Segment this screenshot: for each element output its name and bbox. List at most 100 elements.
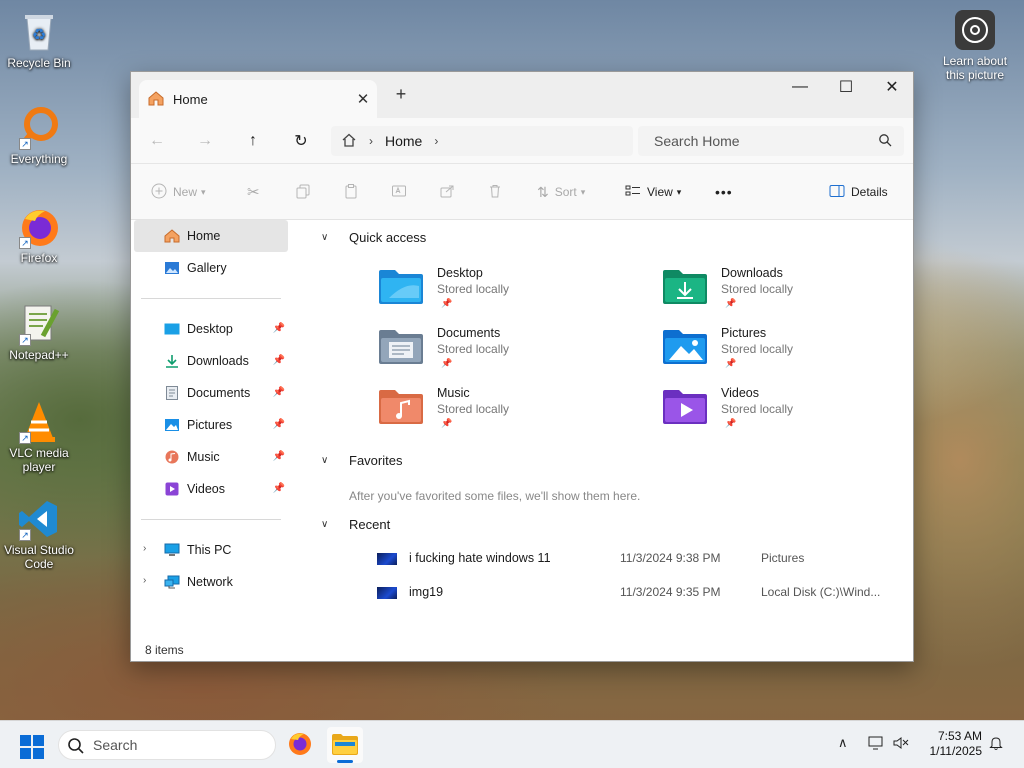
quick-access-desktop[interactable]: Desktop Stored locally 📌 (379, 266, 639, 322)
desktop-icon-notepad-plus-plus[interactable]: ↗ Notepad++ (0, 302, 78, 362)
search-icon (878, 133, 892, 150)
address-bar: ← → ↑ ↻ › Home › Search Home (131, 118, 913, 164)
network-status-icon[interactable] (868, 735, 886, 754)
volume-muted-icon[interactable] (892, 735, 910, 754)
sidebar-item-videos[interactable]: Videos 📌 (131, 473, 291, 505)
pin-icon: 📌 (725, 418, 737, 428)
chevron-down-icon: ∨ (321, 455, 329, 466)
tab-home[interactable]: Home ✕ (139, 80, 377, 118)
close-button[interactable]: ✕ (869, 72, 915, 102)
camera-icon (955, 10, 995, 50)
up-button[interactable]: ↑ (237, 128, 269, 154)
desktop-icon-label: Everything (10, 152, 68, 166)
quick-access-downloads[interactable]: Downloads Stored locally 📌 (663, 266, 923, 322)
new-tab-button[interactable]: + (389, 84, 413, 105)
notifications-button[interactable] (988, 735, 1004, 754)
desktop-folder-icon (163, 321, 181, 337)
document-icon (163, 385, 181, 401)
delete-button[interactable] (487, 181, 503, 203)
chevron-down-icon: ∨ (321, 519, 329, 530)
taskbar-clock[interactable]: 7:53 AM 1/11/2025 (918, 729, 983, 759)
details-button[interactable]: Details (829, 181, 888, 203)
learn-about-picture[interactable]: Learn about this picture (936, 10, 1014, 82)
quick-access-header[interactable]: ∨ Quick access (321, 230, 426, 245)
quick-access-pictures[interactable]: Pictures Stored locally 📌 (663, 326, 923, 382)
breadcrumb-home[interactable]: Home (385, 133, 422, 149)
desktop-icon-label: Firefox (20, 251, 58, 265)
image-thumbnail-icon (377, 553, 397, 565)
sort-button[interactable]: ⇅ Sort ▾ (537, 181, 585, 203)
sidebar-item-music[interactable]: Music 📌 (131, 441, 291, 473)
image-thumbnail-icon (377, 587, 397, 599)
sidebar-item-pictures[interactable]: Pictures 📌 (131, 409, 291, 441)
new-button[interactable]: New ▾ (151, 181, 206, 203)
show-hidden-icons-button[interactable]: ∧ (838, 735, 848, 751)
sidebar-item-desktop[interactable]: Desktop 📌 (131, 313, 291, 345)
recent-row[interactable]: i fucking hate windows 11 11/3/2024 9:38… (377, 549, 897, 569)
desktop-icon-everything[interactable]: ↗ Everything (0, 106, 78, 166)
recent-file-location: Local Disk (C:)\Wind... (761, 585, 881, 599)
desktop-icon-firefox[interactable]: ↗ Firefox (0, 205, 78, 265)
desktop-icon-vscode[interactable]: ↗ Visual Studio Code (0, 497, 78, 571)
sidebar-item-downloads[interactable]: Downloads 📌 (131, 345, 291, 377)
recent-file-name: i fucking hate windows 11 (409, 551, 551, 565)
taskbar-file-explorer[interactable] (327, 727, 363, 763)
sidebar-item-documents[interactable]: Documents 📌 (131, 377, 291, 409)
rename-icon (391, 183, 407, 202)
maximize-button[interactable]: ☐ (823, 72, 869, 102)
taskbar-search-placeholder: Search (93, 737, 138, 753)
rename-button[interactable] (391, 181, 407, 203)
share-button[interactable] (439, 181, 455, 203)
view-button[interactable]: View ▾ (625, 181, 681, 203)
start-button[interactable] (20, 735, 44, 759)
paste-button[interactable] (343, 181, 359, 203)
chevron-right-icon[interactable]: › (143, 575, 146, 586)
sidebar-item-this-pc[interactable]: › This PC (131, 534, 291, 566)
copy-button[interactable] (295, 181, 311, 203)
quick-access-videos[interactable]: Videos Stored locally 📌 (663, 386, 923, 442)
search-input[interactable]: Search Home (638, 126, 904, 156)
breadcrumb[interactable]: › Home › (331, 126, 633, 156)
desktop-icon-recycle-bin[interactable]: ♻ Recycle Bin (0, 10, 78, 70)
chevron-up-icon: ∧ (838, 735, 848, 750)
firefox-icon: ↗ (17, 205, 61, 249)
item-name: Pictures (721, 326, 767, 340)
pin-icon[interactable]: 📌 (273, 323, 285, 334)
pin-icon[interactable]: 📌 (273, 355, 285, 366)
vscode-icon: ↗ (17, 497, 61, 541)
tab-close-button[interactable]: ✕ (349, 90, 377, 108)
chevron-down-icon: ▾ (201, 186, 206, 197)
taskbar-firefox[interactable] (282, 727, 318, 763)
recent-header[interactable]: ∨ Recent (321, 517, 390, 532)
details-label: Details (851, 185, 888, 199)
chevron-right-icon[interactable]: › (143, 543, 146, 554)
desktop-icon-vlc[interactable]: ↗ VLC media player (0, 400, 78, 474)
sidebar-item-network[interactable]: › Network (131, 566, 291, 598)
sidebar-item-home[interactable]: Home (134, 220, 288, 252)
cut-button[interactable]: ✂ (247, 181, 260, 203)
pin-icon[interactable]: 📌 (273, 451, 285, 462)
breadcrumb-separator[interactable]: › (434, 134, 438, 148)
item-status: Stored locally (437, 342, 510, 356)
minimize-button[interactable]: — (777, 72, 823, 102)
pin-icon[interactable]: 📌 (273, 483, 285, 494)
quick-access-music[interactable]: Music Stored locally 📌 (379, 386, 639, 442)
item-name: Desktop (437, 266, 483, 280)
forward-button[interactable]: → (189, 128, 221, 154)
favorites-header[interactable]: ∨ Favorites (321, 453, 402, 468)
refresh-button[interactable]: ↻ (285, 128, 317, 154)
item-status: Stored locally (721, 342, 794, 356)
chevron-down-icon: ▾ (676, 186, 682, 197)
sidebar-item-label: Music (187, 450, 220, 464)
more-options-button[interactable]: ••• (715, 181, 733, 203)
pin-icon[interactable]: 📌 (273, 387, 285, 398)
sort-icon: ⇅ (537, 183, 549, 200)
refresh-icon: ↻ (294, 133, 308, 150)
quick-access-documents[interactable]: Documents Stored locally 📌 (379, 326, 639, 382)
pin-icon[interactable]: 📌 (273, 419, 285, 430)
recent-row[interactable]: img19 11/3/2024 9:35 PM Local Disk (C:)\… (377, 583, 897, 603)
sidebar-item-gallery[interactable]: Gallery (131, 252, 291, 284)
notepad-plus-plus-icon: ↗ (17, 302, 61, 346)
back-button[interactable]: ← (141, 128, 173, 154)
taskbar-search-box[interactable]: Search (58, 730, 276, 760)
